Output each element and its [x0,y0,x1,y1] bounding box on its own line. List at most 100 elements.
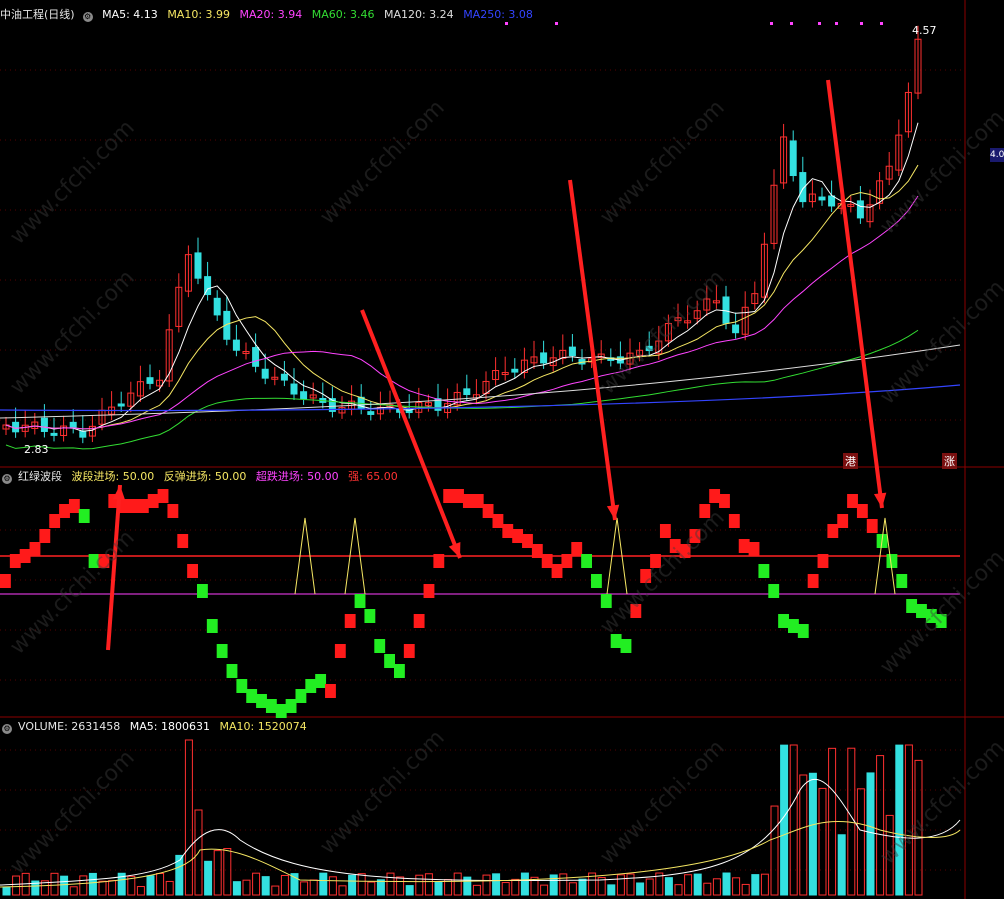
volume-bar [319,872,328,896]
candle-body [568,346,576,357]
volume-bar [50,872,59,896]
rebound-entry-label: 反弹进场: 50.00 [163,470,247,483]
wave-block [551,564,563,578]
wave-block [128,499,139,513]
wave-block [797,624,809,638]
candle-body [50,432,58,436]
volume-bar [300,881,309,896]
volume-bar [348,874,357,896]
wave-block [482,504,494,518]
volume-bar [165,880,174,896]
candle-body [40,417,48,432]
wave-block [334,644,346,658]
settings-icon[interactable]: ⚙ [2,474,12,484]
gang-badge[interactable]: 港 [843,453,858,469]
volume-bar [328,876,337,896]
volume-bar [223,848,232,896]
high-price-label: 4.57 [912,24,937,37]
signal-dot [790,22,793,25]
volume-bar [453,872,462,896]
wave-block [285,699,297,713]
low-price-label: 2.83 [24,443,49,456]
candle-body [232,339,240,351]
wave-block [275,704,287,718]
volume-bar [866,772,875,896]
wave-block [502,524,514,538]
wave-block [788,619,799,633]
wave-block [896,574,908,588]
candle-body [79,430,87,438]
volume-bar [213,850,222,896]
zhang-badge[interactable]: 涨 [942,453,957,469]
volume-title[interactable]: VOLUME: 2631458 [18,720,120,733]
volume-bar [760,873,769,896]
volume-bar [2,886,11,896]
volume-bar [415,874,424,896]
wave-block [847,494,858,508]
settings-icon[interactable]: ⚙ [2,724,12,734]
candle-body [732,324,740,334]
wave-block [157,489,169,503]
ma10-line [5,164,919,430]
volume-bar [434,881,443,896]
volume-bar [770,805,779,896]
wave-block [581,554,592,568]
volume-bar [789,744,798,896]
wave-block [197,584,208,598]
wave-block [344,614,356,628]
wave-block [758,564,770,578]
wave-title[interactable]: 红绿波段 [18,470,62,483]
candle-body [540,352,548,364]
wave-block [374,639,386,653]
wave-block [325,684,336,698]
wave-block [137,499,149,513]
volume-bar [674,884,683,896]
wave-block [403,644,415,658]
ma250-label: MA250: 3.08 [463,8,533,21]
wave-block [659,524,671,538]
wave-block [295,689,307,703]
candle-body [463,388,471,396]
volume-bar [492,873,501,896]
wave-block [384,654,395,668]
stock-title[interactable]: 中油工程(日线) [0,8,75,21]
candle-body [12,421,20,433]
volume-bar [664,877,673,896]
candle-body [213,297,221,316]
strong-label: 强: 65.00 [348,470,398,483]
wave-block [265,699,277,713]
wave-entry-label: 波段进场: 50.00 [71,470,155,483]
candle-body [722,296,730,324]
ma120-label: MA120: 3.24 [383,8,454,21]
volume-bar [520,872,529,896]
volume-bar [703,882,712,896]
volume-bar [261,876,270,896]
chart-canvas[interactable] [0,0,1004,899]
wave-block [541,554,553,568]
wave-block [39,529,51,543]
wave-block [226,664,238,678]
wave-block [472,494,484,508]
settings-icon[interactable]: ⚙ [82,12,93,22]
wave-block [738,539,750,553]
wave-block [216,644,228,658]
candle-body [252,347,260,367]
volume-bar [309,879,318,896]
volume-bar [540,884,549,896]
volume-bar [626,873,635,896]
volume-bar [712,878,721,896]
volume-bar [472,884,481,896]
wave-block [817,554,829,568]
wave-block [522,534,533,548]
volume-bar [837,834,846,896]
volume-bar [559,873,568,896]
wave-block [827,524,839,538]
wave-block [906,599,918,613]
wave-block [778,614,789,628]
candle-body [117,403,125,407]
wave-block [413,614,425,628]
candle-body [261,368,269,379]
wave-block [591,574,602,588]
wave-block [246,689,258,703]
candle-body [146,377,154,384]
